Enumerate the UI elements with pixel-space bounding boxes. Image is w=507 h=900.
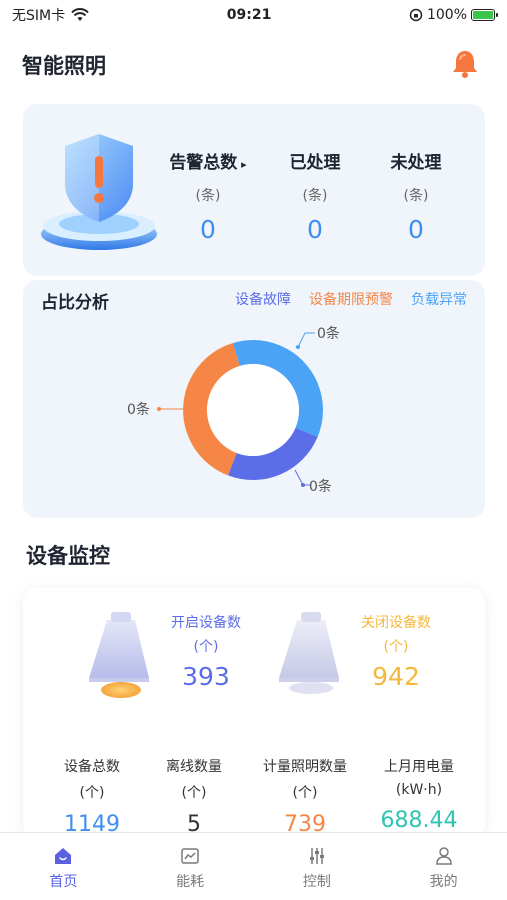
stat-power-unit: (kW·h) (395, 782, 443, 798)
devices-off-value: 942 (372, 662, 420, 691)
alert-total-value: 0 (200, 215, 216, 244)
stat-total-label: 设备总数 (64, 759, 120, 775)
caret-right-icon: ▸ (237, 158, 247, 171)
stat-offline-label: 离线数量 (166, 759, 222, 775)
devices-on: 开启设备数 (个) 393 (151, 612, 261, 691)
tab-mine[interactable]: 我的 (380, 833, 507, 900)
legend-expiry[interactable]: 设备期限预警 (309, 289, 393, 309)
wifi-icon (71, 8, 89, 21)
stat-last-month-power: 上月用电量 (kW·h) 688.44 (359, 756, 479, 833)
legend-load[interactable]: 负载异常 (411, 289, 467, 309)
ratio-donut-chart: 0条 0条 0条 (127, 325, 340, 495)
tab-energy-label: 能耗 (176, 874, 205, 890)
stat-power-label: 上月用电量 (384, 759, 454, 775)
status-bar: 无SIM卡 09:21 100% (0, 0, 507, 30)
alert-unhandled: 未处理 (条) 0 (366, 148, 466, 244)
stat-metered: 计量照明数量 (个) 739 (242, 756, 368, 837)
monitor-title: 设备监控 (26, 544, 110, 568)
user-icon (435, 847, 452, 865)
alert-unhandled-unit: (条) (403, 188, 429, 204)
alert-unhandled-label: 未处理 (390, 153, 442, 173)
tab-bar: 首页 能耗 控制 我的 (0, 832, 507, 900)
ratio-title: 占比分析 (41, 293, 109, 313)
alert-summary-card: 告警总数 ▸ (条) 0 已处理 (条) 0 未处理 (条) 0 (23, 104, 485, 276)
stat-offline-unit: (个) (181, 785, 207, 801)
legend-fault[interactable]: 设备故障 (235, 289, 291, 309)
alert-total-label: 告警总数 ▸ (169, 153, 247, 173)
alert-handled: 已处理 (条) 0 (265, 148, 365, 244)
stat-metered-unit: (个) (292, 785, 318, 801)
alert-total[interactable]: 告警总数 ▸ (条) 0 (158, 148, 258, 244)
leader-line-top (297, 332, 315, 348)
devices-on-unit: (个) (193, 639, 219, 655)
tab-energy[interactable]: 能耗 (127, 833, 254, 900)
chart-icon (181, 848, 199, 864)
label-bottom: 0条 (309, 478, 332, 495)
label-left: 0条 (127, 401, 150, 418)
alert-total-unit: (条) (195, 188, 221, 204)
battery-percent: 100% (426, 7, 467, 23)
page-title: 智能照明 (22, 54, 106, 78)
sliders-icon (309, 848, 324, 864)
label-top: 0条 (317, 325, 340, 342)
orientation-lock-icon (409, 8, 423, 22)
devices-on-value: 393 (182, 662, 230, 691)
status-right: 100% (409, 7, 498, 23)
devices-off: 关闭设备数 (个) 942 (341, 612, 451, 691)
device-monitor-card: 开启设备数 (个) 393 关闭设备数 (个) 942 设备总数 (个) 114… (23, 588, 485, 838)
alert-handled-label: 已处理 (289, 153, 341, 173)
stat-power-value: 688.44 (380, 808, 458, 833)
tab-mine-label: 我的 (429, 874, 458, 890)
alert-handled-value: 0 (307, 215, 323, 244)
ratio-analysis-card: 0条 0条 0条 占比分析 设备故障 设备期限预警 负载异常 (23, 280, 485, 518)
tab-control-label: 控制 (302, 874, 331, 890)
clock: 09:21 (226, 7, 272, 23)
shield-alert-icon (41, 134, 157, 250)
ratio-legend: 设备故障 设备期限预警 负载异常 (235, 289, 467, 309)
stat-metered-label: 计量照明数量 (263, 759, 347, 775)
home-icon (55, 848, 72, 864)
carrier-label: 无SIM卡 (12, 8, 66, 24)
tab-control[interactable]: 控制 (254, 833, 381, 900)
tab-home-label: 首页 (49, 874, 78, 890)
devices-off-label: 关闭设备数 (361, 615, 431, 631)
battery-icon (471, 9, 498, 21)
tab-home[interactable]: 首页 (0, 833, 127, 900)
alert-handled-unit: (条) (302, 188, 328, 204)
devices-on-label: 开启设备数 (171, 615, 241, 631)
stat-offline: 离线数量 (个) 5 (139, 756, 249, 837)
status-left: 无SIM卡 (12, 5, 89, 25)
stat-total-unit: (个) (79, 785, 105, 801)
bell-icon[interactable] (450, 48, 480, 80)
stat-total-devices: 设备总数 (个) 1149 (37, 756, 147, 837)
devices-off-unit: (个) (383, 639, 409, 655)
alert-unhandled-value: 0 (408, 215, 424, 244)
